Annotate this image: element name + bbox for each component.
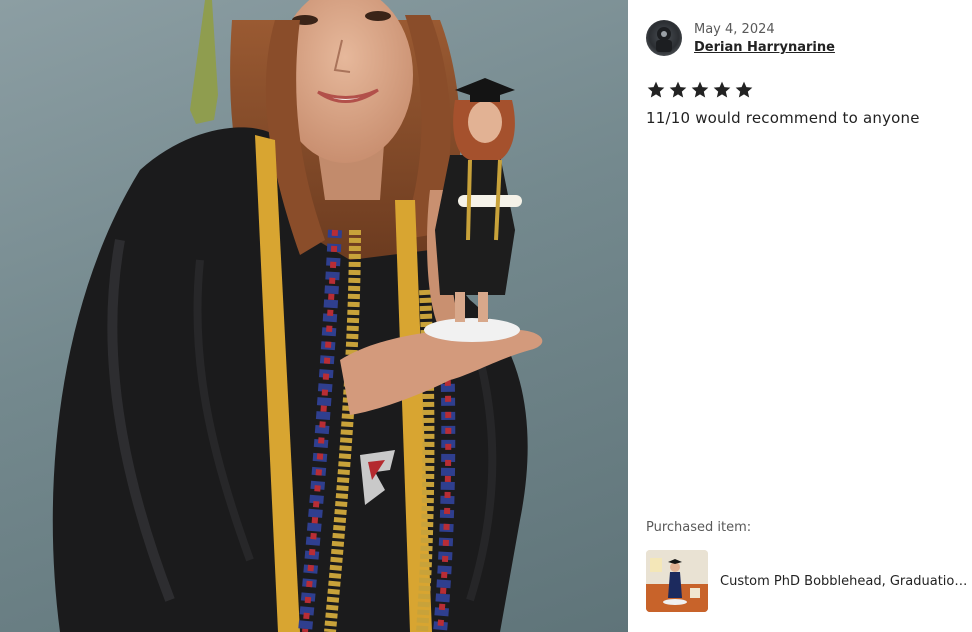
review-date: May 4, 2024 xyxy=(694,22,775,37)
purchased-item-title[interactable]: Custom PhD Bobblehead, Graduation Gift xyxy=(720,574,970,589)
avatar-icon xyxy=(656,27,672,52)
star-icon xyxy=(669,81,687,98)
star-icon xyxy=(691,81,709,98)
bobblehead-thumbnail-image xyxy=(646,550,708,612)
reviewer-name-link[interactable]: Derian Harrynarine xyxy=(694,40,835,55)
review-photo[interactable] xyxy=(0,0,628,632)
graduate-photo-illustration xyxy=(52,0,543,632)
star-rating xyxy=(646,80,754,102)
review-panel: May 4, 2024 Derian Harrynarine 11/10 wou… xyxy=(628,0,972,632)
star-icon xyxy=(713,81,731,98)
purchased-item-thumbnail[interactable] xyxy=(646,550,708,612)
star-icon xyxy=(647,81,665,98)
reviewer-avatar[interactable] xyxy=(646,20,682,56)
purchased-item-link[interactable]: Custom PhD Bobblehead, Graduation Gift xyxy=(646,550,972,612)
purchased-item-label: Purchased item: xyxy=(646,520,752,535)
review-text: 11/10 would recommend to anyone xyxy=(646,109,920,127)
star-icon xyxy=(735,81,753,98)
